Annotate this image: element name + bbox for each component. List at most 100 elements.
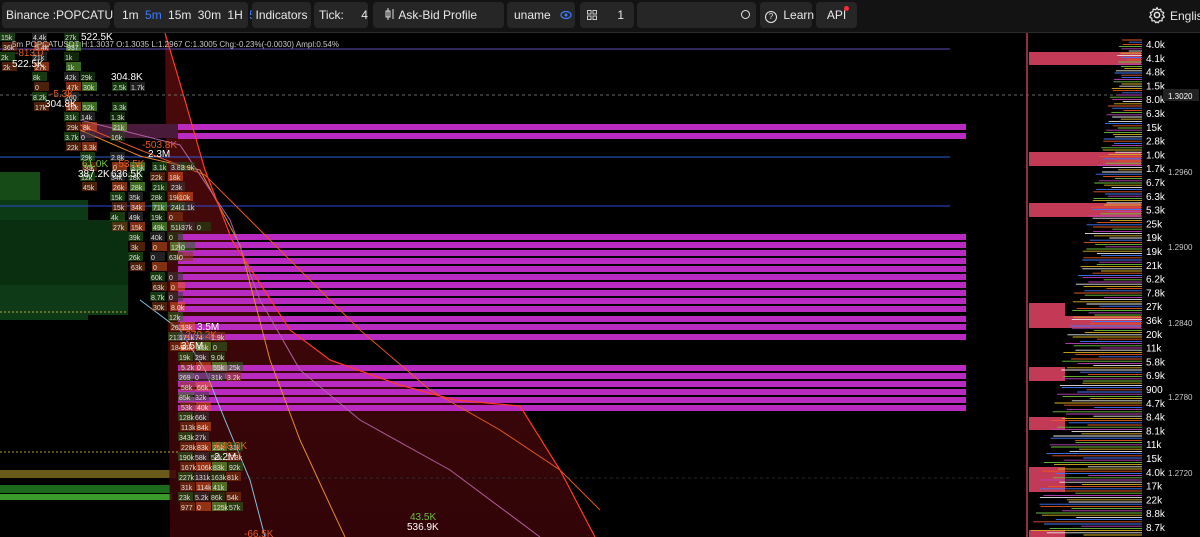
- ohlc-legend: 5m POPCATUSDT H:1.3037 O:1.3035 L:1.2967…: [12, 40, 339, 49]
- api-button[interactable]: API: [816, 2, 857, 28]
- footprint-cell: 8.0k: [171, 305, 185, 312]
- footprint-cell: 42k: [65, 75, 77, 82]
- profile-label: 27k: [1146, 302, 1163, 313]
- delta-label: -503.8K: [142, 140, 177, 151]
- footprint-cell: 29k: [81, 75, 93, 82]
- timeframe-5m[interactable]: 5m: [145, 2, 162, 28]
- volume-label: 2.2M: [214, 452, 236, 463]
- layout-count: 1: [617, 8, 625, 22]
- footprint-cell: 25k: [229, 365, 241, 372]
- footprint-cell: 49k: [129, 215, 141, 222]
- level-band: [178, 290, 966, 296]
- price-tick: 1.2720: [1168, 469, 1193, 478]
- footprint-cell: 125k: [213, 505, 229, 512]
- footprint-cell: 40k: [197, 405, 209, 412]
- profile-label: 21k: [1146, 261, 1163, 272]
- search-input[interactable]: [637, 2, 756, 28]
- footprint-cell: 0: [35, 85, 39, 92]
- footprint-cell: 1k: [65, 55, 73, 62]
- language-selector[interactable]: English: [1170, 9, 1200, 23]
- level-band: [178, 258, 966, 264]
- footprint-cell: 0: [197, 365, 201, 372]
- footprint-cell: 3.3k: [113, 105, 127, 112]
- profile-label: 4.0k: [1146, 468, 1166, 479]
- profile-label: 8.8k: [1146, 509, 1166, 520]
- footprint-cell: 53k: [181, 405, 193, 412]
- tick-value: 4: [361, 8, 368, 22]
- price-tick: 1.2900: [1168, 243, 1193, 252]
- learn-button[interactable]: ? Learn: [760, 2, 814, 28]
- footprint-cell: 31k: [65, 115, 77, 122]
- footprint-cell: 304.8K: [111, 72, 143, 83]
- level-band: [178, 124, 966, 130]
- footprint-cell: 0: [181, 245, 185, 252]
- price-tick: 1.2780: [1168, 393, 1193, 402]
- footprint-cell: 190k: [179, 455, 195, 462]
- user-selector[interactable]: uname: [507, 2, 575, 28]
- search-circle-icon[interactable]: [741, 10, 750, 19]
- level-band: [178, 405, 966, 411]
- tick-control[interactable]: Tick: 4: [314, 2, 368, 28]
- footprint-cell: 0: [169, 235, 173, 242]
- symbol-selector[interactable]: Binance :POPCATUSDT: [2, 2, 137, 28]
- grid-icon: [587, 2, 597, 28]
- footprint-cell: 0: [179, 255, 183, 262]
- footprint-cell: 55k: [213, 365, 225, 372]
- footprint-cell: 22k: [67, 145, 79, 152]
- footprint-cell: 84k: [197, 425, 209, 432]
- orderflow-chart[interactable]: 15k 4.4k 27k 522.5K36k 5.4k 9372k 21k 1k2k 27k 1k…: [0, 33, 1200, 537]
- gear-icon[interactable]: [1148, 6, 1166, 27]
- footprint-cell: 81k: [227, 475, 239, 482]
- profile-label: 7.8k: [1146, 288, 1166, 299]
- footprint-cell: 83k: [213, 465, 225, 472]
- footprint-cell: 1.7k: [131, 85, 145, 92]
- footprint-cell: 71k: [153, 205, 165, 212]
- indicators-button[interactable]: Indicators: [252, 2, 311, 28]
- timeframe-1m[interactable]: 1m: [122, 2, 139, 28]
- footprint-cell: 26k: [129, 255, 141, 262]
- profile-label: 20k: [1146, 330, 1163, 341]
- footprint-cell: 3.2k: [227, 375, 241, 382]
- footprint-cell: 0: [81, 135, 85, 142]
- profile-label: 4.1k: [1146, 54, 1166, 65]
- footprint-cell: 63k: [153, 285, 165, 292]
- volume-label: 522.5K: [12, 59, 44, 70]
- profile-label: 22k: [1146, 495, 1163, 506]
- footprint-cell: 21k: [153, 185, 165, 192]
- delta-label: -270.2K: [182, 330, 217, 341]
- volume-label: 3.5M: [181, 341, 203, 352]
- timeframe-30m[interactable]: 30m: [198, 2, 221, 28]
- footprint-cell: 1.1k: [181, 205, 195, 212]
- footprint-cell: 86k: [211, 495, 223, 502]
- profile-label: 8.0k: [1146, 95, 1166, 106]
- footprint-cell: 85k: [179, 395, 191, 402]
- footprint-cell: 26k: [113, 185, 125, 192]
- help-circle-icon: ?: [765, 11, 777, 23]
- profile-label: 36k: [1146, 316, 1163, 327]
- footprint-cell: 58k: [195, 455, 207, 462]
- price-tick: 1.2840: [1168, 319, 1193, 328]
- timeframe-15m[interactable]: 15m: [168, 2, 191, 28]
- profile-label: 8.1k: [1146, 426, 1166, 437]
- profile-label: 1.5k: [1146, 81, 1166, 92]
- footprint-cell: 32k: [195, 395, 207, 402]
- footprint-cell: 0: [171, 285, 175, 292]
- level-band: [178, 306, 966, 312]
- volume-label: 636.5K: [111, 169, 143, 180]
- layout-selector[interactable]: 1: [580, 2, 634, 28]
- footprint-cell: 3.7k: [65, 135, 79, 142]
- footprint-cell: 227k: [179, 475, 195, 482]
- candlestick-icon: [385, 2, 395, 28]
- timeframe-1h[interactable]: 1H: [227, 2, 242, 28]
- level-band: [178, 389, 966, 395]
- footprint-cell: 5.2k: [195, 495, 209, 502]
- delta-label: -5.3K: [50, 89, 74, 100]
- footprint-cell: 18k: [169, 175, 181, 182]
- footprint-cell: 35k: [129, 195, 141, 202]
- footprint-cell: 29k: [67, 125, 79, 132]
- footprint-cell: 0: [153, 245, 157, 252]
- footprint-cell: 28k: [131, 185, 143, 192]
- footprint-cell: 58k: [181, 385, 193, 392]
- ask-bid-profile-button[interactable]: Ask-Bid Profile: [373, 2, 504, 28]
- profile-label: 4.8k: [1146, 68, 1166, 79]
